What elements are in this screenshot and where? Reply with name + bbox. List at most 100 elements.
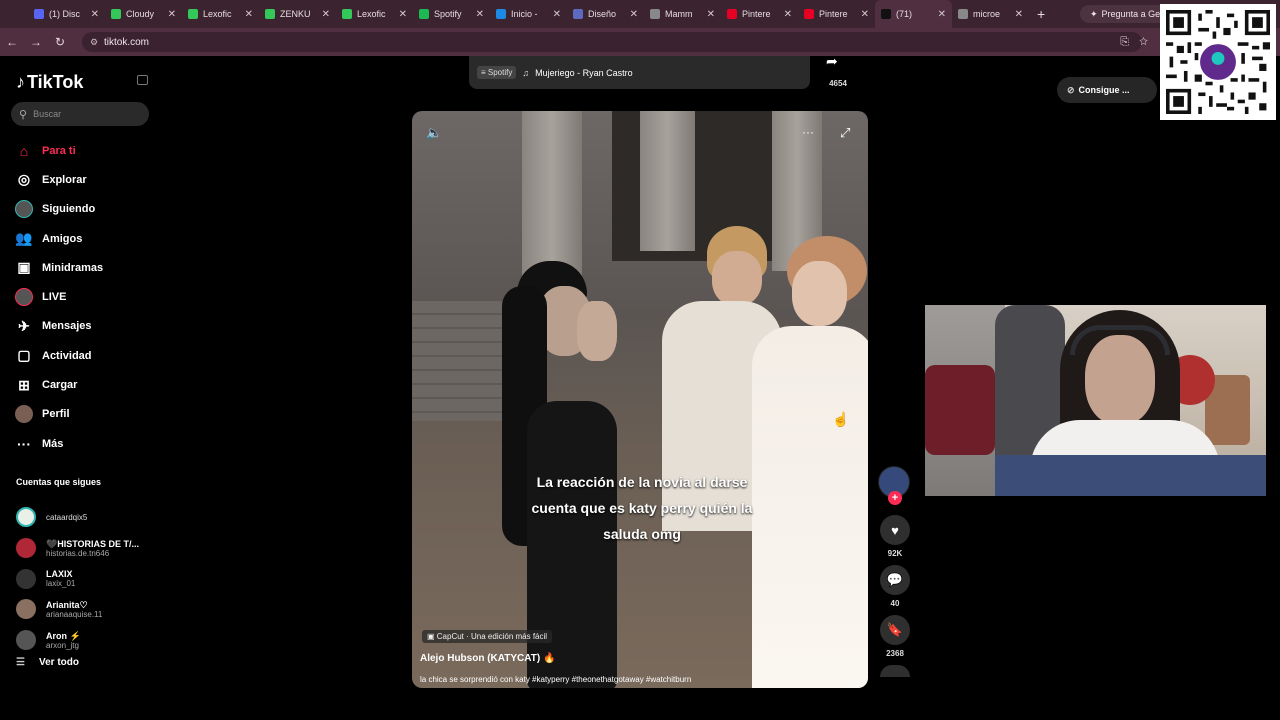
tab-close-icon[interactable]: ✕ [168, 9, 176, 20]
tab-favicon-icon [496, 9, 506, 19]
bookmark-icon[interactable]: 🔖 [880, 615, 910, 645]
follow-plus-icon[interactable]: + [888, 491, 902, 505]
compass-icon: ◎ [17, 171, 31, 188]
reload-button[interactable]: ↻ [48, 35, 72, 49]
sidebar-item-home[interactable]: ⌂ Para ti [14, 136, 103, 165]
see-all-link[interactable]: ☰ Ver todo [16, 657, 139, 668]
following-avatar-icon [14, 200, 34, 219]
previous-song-title: Mujeriego - Ryan Castro [535, 67, 633, 78]
browser-tab[interactable]: Diseño ✕ [567, 0, 644, 28]
browser-tab[interactable]: ZENKU ✕ [259, 0, 336, 28]
video-author[interactable]: Alejo Hubson (KATYCAT) 🔥 [420, 653, 555, 664]
live-icon [14, 288, 34, 307]
browser-tab[interactable]: Spotify ✕ [413, 0, 490, 28]
save-count: 2368 [886, 649, 904, 658]
tab-close-icon[interactable]: ✕ [476, 9, 484, 20]
share-arrow-icon[interactable]: ➦ [826, 53, 838, 70]
sidebar-item-activity[interactable]: ▢ Actividad [14, 341, 103, 370]
tab-close-icon[interactable]: ✕ [861, 9, 869, 20]
collapse-sidebar-icon[interactable] [137, 75, 148, 85]
browser-tab[interactable]: Inicio - ✕ [490, 0, 567, 28]
browser-tab[interactable]: Pintere ✕ [798, 0, 875, 28]
music-icon: ♫ [522, 67, 530, 78]
sidebar-item-friends[interactable]: 👥 Amigos [14, 224, 103, 253]
share-icon[interactable] [880, 665, 910, 677]
messages-icon: ✈ [18, 317, 30, 334]
browser-tab[interactable]: (71) ✕ [875, 0, 952, 28]
url-field[interactable]: ⚙ tiktok.com [82, 32, 1142, 52]
tab-close-icon[interactable]: ✕ [707, 9, 715, 20]
like-heart-icon[interactable]: ♥ [880, 515, 910, 545]
spotify-badge-label: Spotify [487, 68, 513, 77]
account-avatar [16, 507, 36, 528]
more-options-icon[interactable]: ··· [802, 125, 814, 139]
tab-close-icon[interactable]: ✕ [1015, 9, 1023, 20]
sidebar-item-messages[interactable]: ✈ Mensajes [14, 312, 103, 341]
capcut-label: CapCut · Una edición más fácil [436, 632, 548, 641]
tab-label: Pintere [742, 9, 771, 19]
back-button[interactable]: ← [0, 35, 24, 49]
more-icon: ··· [17, 435, 31, 452]
address-bar-actions[interactable]: ⎘☆ [1120, 36, 1158, 49]
list-icon: ☰ [16, 657, 25, 669]
sidebar-item-label: Actividad [42, 349, 92, 362]
search-box[interactable]: ⚲ [11, 102, 149, 126]
forward-button[interactable]: → [24, 35, 48, 49]
tab-favicon-icon [881, 9, 891, 19]
sidebar-item-live[interactable]: LIVE [14, 282, 103, 311]
background-clothes [925, 365, 995, 455]
brand-name: TikTok [27, 72, 84, 92]
tab-label: Mamm [665, 9, 693, 19]
tab-close-icon[interactable]: ✕ [553, 9, 561, 20]
followed-account[interactable]: 🖤HISTORIAS DE T/... historias.de.tn646 [16, 533, 139, 564]
sidebar-item-minidramas[interactable]: ▣ Minidramas [14, 253, 103, 282]
sidebar-item-following-avatar[interactable]: Siguiendo [14, 195, 103, 224]
browser-tab[interactable]: microe ✕ [952, 0, 1029, 28]
account-name: Arianita♡ [46, 599, 88, 610]
followed-account[interactable]: LAXIX laxix_01 [16, 563, 139, 594]
sidebar-item-profile-avatar[interactable]: Perfil [14, 400, 103, 429]
account-username: arianaaquise.11 [46, 609, 103, 619]
minidramas-icon: ▣ [17, 259, 31, 276]
browser-tab[interactable]: (1) Disc ✕ [28, 0, 105, 28]
gemini-icon: ✦ [1090, 8, 1098, 19]
bride-in-white [732, 236, 868, 688]
tab-close-icon[interactable]: ✕ [938, 9, 946, 20]
followed-account[interactable]: Arianita♡ arianaaquise.11 [16, 594, 139, 625]
tab-close-icon[interactable]: ✕ [91, 9, 99, 20]
creator-avatar[interactable]: + [878, 466, 910, 505]
tab-close-icon[interactable]: ✕ [784, 9, 792, 20]
browser-tab[interactable]: Pintere ✕ [721, 0, 798, 28]
browser-tab[interactable]: Mamm ✕ [644, 0, 721, 28]
tab-label: microe [973, 9, 1001, 19]
capcut-badge[interactable]: ▣ CapCut · Una edición más fácil [422, 630, 553, 643]
followed-account[interactable]: cataardqix5 [16, 502, 139, 533]
new-tab-button[interactable]: + [1037, 6, 1045, 22]
sidebar-item-compass[interactable]: ◎ Explorar [14, 165, 103, 194]
comment-icon[interactable]: 💬 [880, 565, 910, 595]
tab-favicon-icon [727, 9, 737, 19]
site-info-icon[interactable]: ⚙ [90, 37, 98, 48]
account-username: arxon_jtg [46, 640, 79, 650]
get-app-button[interactable]: ⊘ Consigue ... [1057, 77, 1157, 103]
tiktok-note-icon: ♪ [16, 72, 25, 92]
volume-icon[interactable]: 🔈 [426, 125, 442, 141]
friends-icon: 👥 [15, 230, 33, 247]
search-input[interactable] [33, 109, 134, 119]
account-name: LAXIX [46, 569, 73, 580]
browser-tab[interactable]: Lexofic ✕ [182, 0, 259, 28]
browser-tab[interactable]: Lexofic ✕ [336, 0, 413, 28]
tab-close-icon[interactable]: ✕ [322, 9, 330, 20]
account-avatar [16, 599, 36, 620]
followed-account[interactable]: Aron ⚡ arxon_jtg [16, 625, 139, 656]
browser-tab[interactable]: Cloudy ✕ [105, 0, 182, 28]
sidebar-item-upload[interactable]: ⊞ Cargar [14, 370, 103, 399]
tab-close-icon[interactable]: ✕ [630, 9, 638, 20]
video-player[interactable]: 🔈 ··· ⤢ La reacción de la novia al darse… [412, 111, 868, 688]
previous-video-strip[interactable]: ≡ Spotify ♫ Mujeriego - Ryan Castro [469, 56, 810, 89]
tab-close-icon[interactable]: ✕ [399, 9, 407, 20]
sidebar-item-more[interactable]: ··· Más [14, 429, 103, 458]
fullscreen-icon[interactable]: ⤢ [840, 125, 850, 141]
tiktok-logo[interactable]: ♪ TikTok [16, 72, 83, 93]
tab-close-icon[interactable]: ✕ [245, 9, 253, 20]
